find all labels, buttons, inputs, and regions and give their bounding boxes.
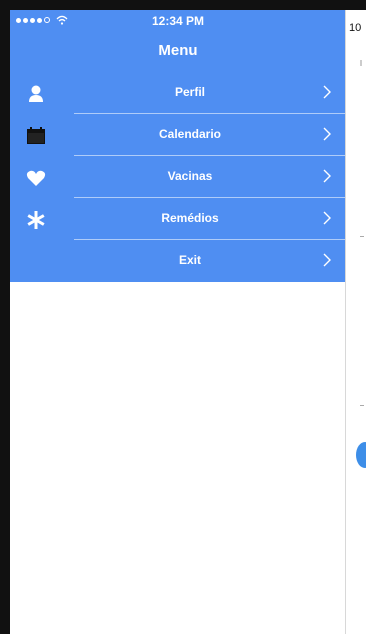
- menu-header-area: 12:34 PM Menu Perfil Calendario Vacinas …: [10, 10, 345, 282]
- chevron-right-icon: [323, 211, 331, 225]
- chevron-right-icon: [323, 85, 331, 99]
- menu-item-label: Exit: [178, 253, 201, 267]
- chevron-right-icon: [323, 127, 331, 141]
- asterisk-icon: [27, 211, 45, 229]
- person-icon: [29, 85, 43, 102]
- menu-item-exit[interactable]: Exit: [10, 240, 345, 282]
- floating-button[interactable]: [356, 442, 366, 468]
- menu-item-label: Calendario: [158, 127, 221, 141]
- chevron-right-icon: [323, 253, 331, 267]
- calendar-icon: [27, 127, 45, 144]
- menu-item-label: Vacinas: [167, 169, 213, 183]
- side-menu: 12:34 PM Menu Perfil Calendario Vacinas …: [10, 10, 346, 634]
- status-bar: 12:34 PM: [10, 10, 345, 32]
- decorative-mark: [360, 60, 362, 66]
- menu-item-calendario[interactable]: Calendario: [10, 114, 345, 156]
- menu-list: Perfil Calendario Vacinas Remédios Exit: [10, 72, 345, 282]
- chevron-right-icon: [323, 169, 331, 183]
- decorative-mark: [360, 236, 364, 237]
- menu-item-perfil[interactable]: Perfil: [10, 72, 345, 114]
- menu-item-vacinas[interactable]: Vacinas: [10, 156, 345, 198]
- status-time: 12:34 PM: [151, 14, 205, 28]
- menu-title: Menu: [158, 42, 198, 59]
- menu-item-label: Remédios: [161, 211, 219, 225]
- menu-item-label: Perfil: [174, 85, 205, 99]
- menu-item-remedios[interactable]: Remédios: [10, 198, 345, 240]
- heart-icon: [26, 170, 46, 186]
- background-screen-peek[interactable]: 10: [346, 10, 366, 634]
- decorative-mark: [360, 405, 364, 406]
- background-time-fragment: 10: [349, 22, 362, 34]
